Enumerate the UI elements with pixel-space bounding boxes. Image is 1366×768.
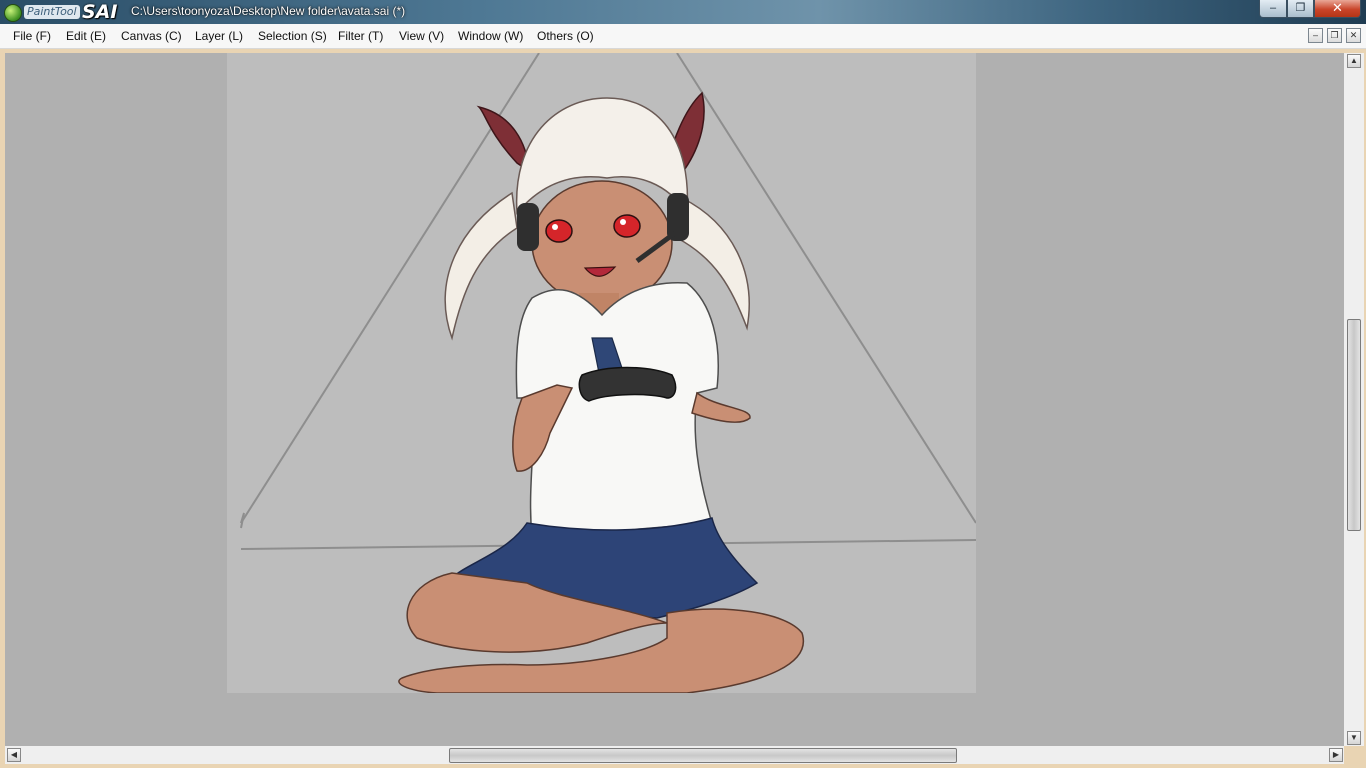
title-bar: PaintTool SAI C:\Users\toonyoza\Desktop\… xyxy=(0,0,1366,24)
eye-right xyxy=(613,214,641,238)
close-button[interactable]: ✕ xyxy=(1314,0,1361,18)
scroll-right-icon[interactable]: ▶ xyxy=(1329,748,1343,762)
mdi-minimize-button[interactable]: – xyxy=(1308,28,1323,43)
eye-left xyxy=(545,219,573,243)
app-name-part2: SAI xyxy=(82,1,118,23)
headset-earcup-left xyxy=(517,203,539,251)
scroll-left-icon[interactable]: ◀ xyxy=(7,748,21,762)
menu-view[interactable]: View (V) xyxy=(399,29,444,43)
horn-left xyxy=(476,105,530,173)
menu-edit[interactable]: Edit (E) xyxy=(66,29,106,43)
menu-canvas[interactable]: Canvas (C) xyxy=(121,29,182,43)
arm-right xyxy=(691,391,751,423)
menu-others[interactable]: Others (O) xyxy=(537,29,594,43)
mdi-restore-button[interactable]: ❐ xyxy=(1327,28,1342,43)
app-ball-icon xyxy=(4,4,22,22)
menu-file[interactable]: File (F) xyxy=(13,29,51,43)
menu-selection[interactable]: Selection (S) xyxy=(258,29,327,43)
vertical-scroll-thumb[interactable] xyxy=(1347,319,1361,531)
menu-window[interactable]: Window (W) xyxy=(458,29,523,43)
drawing-canvas[interactable] xyxy=(227,53,976,693)
maximize-button[interactable]: ❐ xyxy=(1287,0,1314,18)
scrollbar-corner xyxy=(1344,746,1366,768)
app-name-part1: PaintTool xyxy=(24,5,80,19)
horizontal-scroll-thumb[interactable] xyxy=(449,748,957,763)
minimize-button[interactable]: – xyxy=(1259,0,1287,18)
hair-left-tail xyxy=(444,191,518,341)
menu-layer[interactable]: Layer (L) xyxy=(195,29,243,43)
menu-filter[interactable]: Filter (T) xyxy=(338,29,383,43)
painttool-sai-logo-icon: PaintTool SAI xyxy=(2,1,122,23)
menu-bar: File (F) Edit (E) Canvas (C) Layer (L) S… xyxy=(0,24,1366,49)
scroll-down-icon[interactable]: ▼ xyxy=(1347,731,1361,745)
window-title: C:\Users\toonyoza\Desktop\New folder\ava… xyxy=(131,4,406,18)
scroll-up-icon[interactable]: ▲ xyxy=(1347,54,1361,68)
mdi-close-button[interactable]: ✕ xyxy=(1346,28,1361,43)
artwork xyxy=(240,53,976,693)
